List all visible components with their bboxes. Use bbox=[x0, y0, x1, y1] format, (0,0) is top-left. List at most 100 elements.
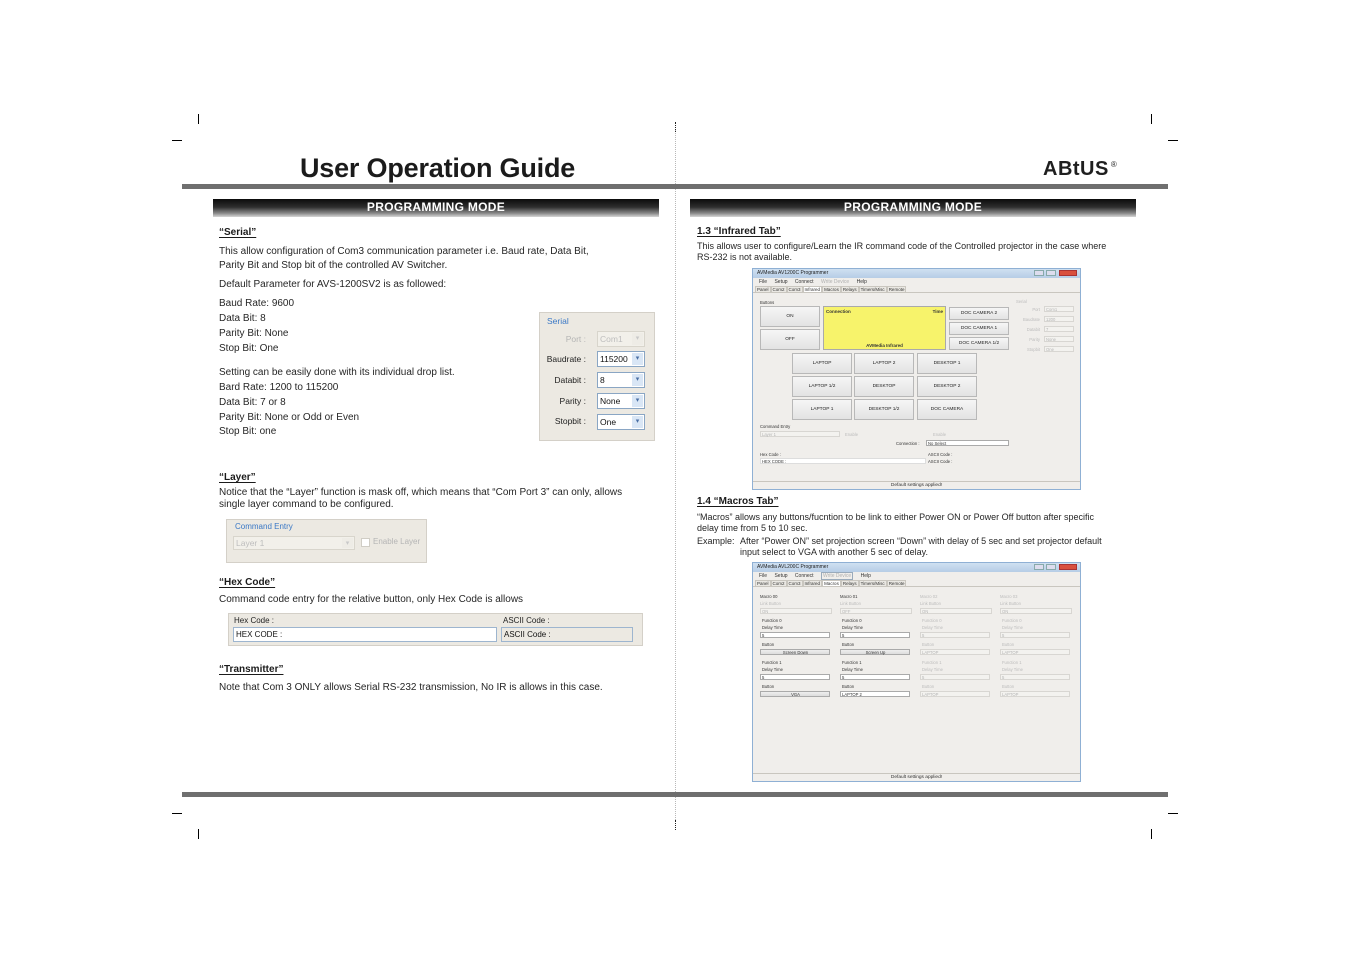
ir-databit-label: Databit bbox=[1026, 327, 1040, 332]
ir-enable-checkbox[interactable]: Enable bbox=[845, 432, 858, 437]
minimize-icon[interactable] bbox=[1034, 270, 1044, 276]
databit-value: 8 bbox=[600, 375, 605, 385]
menu-setup[interactable]: Setup bbox=[774, 279, 787, 285]
menu-write-device[interactable]: Write Device bbox=[820, 572, 854, 580]
function-0-delay-input[interactable]: 5 bbox=[840, 632, 910, 638]
link-button-select[interactable]: ON bbox=[760, 608, 832, 614]
ir-parity-select[interactable]: None bbox=[1044, 336, 1074, 342]
function-1-delay-input[interactable]: 5 bbox=[840, 674, 910, 680]
link-button-select[interactable]: ON bbox=[1000, 608, 1072, 614]
tab-timers-misc[interactable]: Timers/Misc bbox=[858, 286, 887, 292]
function-0-delay-input[interactable]: 5 bbox=[760, 632, 830, 638]
function-1-delay-input[interactable]: 5 bbox=[920, 674, 990, 680]
stopbit-label: Stopbit : bbox=[554, 416, 586, 426]
close-icon[interactable] bbox=[1059, 564, 1077, 570]
baudrate-select[interactable]: 115200 ▾ bbox=[597, 351, 645, 367]
laptop-1-button[interactable]: LAPTOP 1 bbox=[792, 399, 852, 420]
laptop-2-button[interactable]: LAPTOP 2 bbox=[854, 353, 914, 374]
close-icon[interactable] bbox=[1059, 270, 1077, 276]
function-0-button-select[interactable]: Screen Up bbox=[840, 649, 910, 655]
link-button-select[interactable]: ON bbox=[920, 608, 992, 614]
tab-panel[interactable]: Panel bbox=[755, 286, 771, 292]
enable-layer-checkbox[interactable] bbox=[361, 538, 370, 547]
chevron-down-icon: ▾ bbox=[632, 395, 643, 407]
port-select[interactable]: Com1 ▾ bbox=[597, 331, 645, 347]
tab-panel[interactable]: Panel bbox=[755, 580, 771, 586]
menu-connect[interactable]: Connect bbox=[795, 279, 814, 285]
command-entry-legend: Command Entry bbox=[235, 522, 293, 531]
menu-help[interactable]: Help bbox=[861, 573, 871, 579]
databit-select[interactable]: 8 ▾ bbox=[597, 372, 645, 388]
serial-legend: Serial bbox=[547, 316, 569, 326]
desktop-1-button[interactable]: DESKTOP 1 bbox=[917, 353, 977, 374]
link-button-label: Link Button bbox=[840, 601, 861, 606]
ir-enable-checkbox-2[interactable]: Enable bbox=[933, 432, 946, 437]
parity-select[interactable]: None ▾ bbox=[597, 393, 645, 409]
doc-camera-2-button[interactable]: DOC CAMERA 2 bbox=[949, 307, 1009, 320]
tab-com2[interactable]: Com2 bbox=[770, 286, 787, 292]
laptop-button[interactable]: LAPTOP bbox=[792, 353, 852, 374]
doc-camera-1-2-button[interactable]: DOC CAMERA 1/2 bbox=[949, 337, 1009, 350]
ir-stopbit-label: Stopbit bbox=[1026, 347, 1040, 352]
function-1-delay-input[interactable]: 5 bbox=[1000, 674, 1070, 680]
desktop-2-button[interactable]: DESKTOP 2 bbox=[917, 376, 977, 397]
link-button-select[interactable]: OFF bbox=[840, 608, 912, 614]
hex-code-label: Hex Code : bbox=[234, 616, 275, 625]
tab-com3[interactable]: Com3 bbox=[786, 580, 803, 586]
menu-file[interactable]: File bbox=[759, 279, 767, 285]
display-footer: AVMedia Infrared bbox=[866, 343, 903, 348]
function-1-button-select[interactable]: LAPTOP bbox=[920, 691, 990, 697]
tab-com3[interactable]: Com3 bbox=[786, 286, 803, 292]
laptop-1-2-button[interactable]: LAPTOP 1/2 bbox=[792, 376, 852, 397]
ir-hex-input[interactable]: HEX CODE : bbox=[760, 458, 926, 464]
function-0-delay-input[interactable]: 5 bbox=[920, 632, 990, 638]
layer-select[interactable]: Layer 1 ▾ bbox=[233, 536, 355, 550]
menu-setup[interactable]: Setup bbox=[774, 573, 787, 579]
off-button[interactable]: OFF bbox=[760, 329, 820, 350]
on-button[interactable]: ON bbox=[760, 306, 820, 327]
tab-macros[interactable]: Macros bbox=[822, 580, 841, 586]
serial-intro-1: This allow configuration of Com3 communi… bbox=[219, 246, 589, 257]
tab-com2[interactable]: Com2 bbox=[770, 580, 787, 586]
hex-code-input[interactable]: HEX CODE : bbox=[233, 627, 497, 642]
function-0-button-select[interactable]: LAPTOP bbox=[1000, 649, 1070, 655]
ir-port-select[interactable]: Com1 bbox=[1044, 306, 1074, 312]
tab-infrared[interactable]: Infrared bbox=[802, 580, 823, 586]
function-0-delay-input[interactable]: 5 bbox=[1000, 632, 1070, 638]
maximize-icon[interactable] bbox=[1046, 270, 1056, 276]
function-1-button-select[interactable]: LAPTOP bbox=[1000, 691, 1070, 697]
doc-camera-button[interactable]: DOC CAMERA bbox=[917, 399, 977, 420]
tab-relays[interactable]: Relays bbox=[840, 286, 859, 292]
ir-connection-select[interactable]: No Select bbox=[926, 440, 1009, 446]
tab-infrared[interactable]: Infrared bbox=[802, 286, 823, 292]
menu-connect[interactable]: Connect bbox=[795, 573, 814, 579]
delay-time-label: Delay Time bbox=[922, 667, 943, 672]
tab-relays[interactable]: Relays bbox=[840, 580, 859, 586]
doc-camera-1-button[interactable]: DOC CAMERA 1 bbox=[949, 322, 1009, 335]
function-0-button-select[interactable]: LAPTOP bbox=[920, 649, 990, 655]
tab-macros[interactable]: Macros bbox=[822, 286, 841, 292]
ir-baudrate-select[interactable]: 1200 bbox=[1044, 316, 1074, 322]
tab-remote[interactable]: Remote bbox=[886, 580, 907, 586]
menu-file[interactable]: File bbox=[759, 573, 767, 579]
desktop-button[interactable]: DESKTOP bbox=[854, 376, 914, 397]
desktop-1-2-button[interactable]: DESKTOP 1/2 bbox=[854, 399, 914, 420]
tab-remote[interactable]: Remote bbox=[886, 286, 907, 292]
ir-stopbit-select[interactable]: One bbox=[1044, 346, 1074, 352]
function-1-delay-input[interactable]: 5 bbox=[760, 674, 830, 680]
link-button-label: Link Button bbox=[1000, 601, 1021, 606]
function-1-button-select[interactable]: VGA bbox=[760, 691, 830, 697]
stopbit-select[interactable]: One ▾ bbox=[597, 414, 645, 430]
window-title: AVMedia AVL200C Programmer bbox=[757, 564, 829, 570]
minimize-icon[interactable] bbox=[1034, 564, 1044, 570]
menu-help[interactable]: Help bbox=[857, 279, 867, 285]
maximize-icon[interactable] bbox=[1046, 564, 1056, 570]
ir-databit-select[interactable]: 7 bbox=[1044, 326, 1074, 332]
button-label: Button bbox=[842, 684, 855, 689]
menu-write-device[interactable]: Write Device bbox=[821, 279, 849, 285]
crop-mark bbox=[198, 829, 199, 839]
tab-timers-misc[interactable]: Timers/Misc bbox=[858, 580, 887, 586]
function-0-button-select[interactable]: Screen Down bbox=[760, 649, 830, 655]
function-1-button-select[interactable]: LAPTOP 2 bbox=[840, 691, 910, 697]
ir-layer-select[interactable]: Layer 1 bbox=[760, 431, 840, 437]
